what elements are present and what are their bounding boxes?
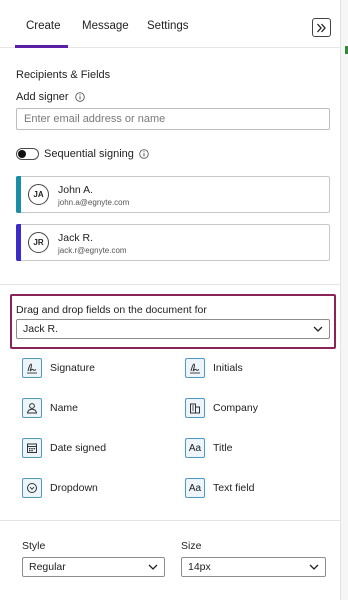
style-label: Style xyxy=(22,540,46,552)
signer-card[interactable]: JR Jack R. jack.r@egnyte.com xyxy=(16,224,330,261)
field-text-field[interactable]: Aa Text field xyxy=(185,478,254,498)
sequential-signing-row: Sequential signing xyxy=(16,148,149,160)
field-label: Initials xyxy=(213,362,243,374)
sequential-signing-label: Sequential signing xyxy=(44,148,134,160)
field-initials[interactable]: Initials xyxy=(185,358,243,378)
field-signature[interactable]: Signature xyxy=(22,358,95,378)
signer-color-bar xyxy=(16,176,21,213)
field-label: Company xyxy=(213,402,258,414)
double-chevron-right-icon xyxy=(317,23,326,32)
chevron-down-icon xyxy=(309,564,319,570)
signer-color-bar xyxy=(16,224,21,261)
field-label: Text field xyxy=(213,482,255,494)
text-aa-icon: Aa xyxy=(185,438,205,458)
avatar: JA xyxy=(28,184,49,205)
active-tab-indicator xyxy=(15,45,68,48)
field-date-signed[interactable]: Date signed xyxy=(22,438,106,458)
toggle-knob xyxy=(18,150,26,158)
signature-icon xyxy=(22,358,42,378)
field-label: Title xyxy=(213,442,233,454)
person-icon xyxy=(22,398,42,418)
initials-icon xyxy=(185,358,205,378)
signer-name: Jack R. xyxy=(58,232,94,244)
style-select-value: Regular xyxy=(29,561,66,573)
chevron-down-icon xyxy=(313,326,323,332)
add-signer-label: Add signer xyxy=(16,91,85,103)
dropdown-circle-icon xyxy=(22,478,42,498)
style-select[interactable]: Regular xyxy=(22,557,165,577)
text-aa-icon: Aa xyxy=(185,478,205,498)
avatar: JR xyxy=(28,232,49,253)
collapse-panel-button[interactable] xyxy=(312,18,331,37)
tab-bar: Create Message Settings xyxy=(0,0,341,48)
divider xyxy=(0,520,341,521)
info-icon[interactable] xyxy=(74,92,85,102)
field-name[interactable]: Name xyxy=(22,398,78,418)
building-icon xyxy=(185,398,205,418)
signer-card[interactable]: JA John A. john.a@egnyte.com xyxy=(16,176,330,213)
field-title[interactable]: Aa Title xyxy=(185,438,232,458)
signer-email: john.a@egnyte.com xyxy=(58,198,130,207)
size-select[interactable]: 14px xyxy=(181,557,326,577)
calendar-icon xyxy=(22,438,42,458)
chevron-down-icon xyxy=(148,564,158,570)
field-company[interactable]: Company xyxy=(185,398,258,418)
info-icon[interactable] xyxy=(139,149,149,159)
signer-email: jack.r@egnyte.com xyxy=(58,246,127,255)
tab-settings[interactable]: Settings xyxy=(147,20,189,32)
field-label: Name xyxy=(50,402,79,414)
field-label: Date signed xyxy=(50,442,107,454)
divider xyxy=(0,284,341,285)
tab-message[interactable]: Message xyxy=(82,20,129,32)
field-dropdown[interactable]: Dropdown xyxy=(22,478,98,498)
field-label: Dropdown xyxy=(50,482,98,494)
size-label: Size xyxy=(181,540,202,552)
section-title: Recipients & Fields xyxy=(16,69,111,81)
recipient-select[interactable]: Jack R. xyxy=(16,319,330,339)
signer-name: John A. xyxy=(58,184,94,196)
field-label: Signature xyxy=(50,362,95,374)
sequential-signing-toggle[interactable] xyxy=(16,148,39,160)
signer-email-input[interactable] xyxy=(16,108,330,130)
signing-sidebar: Create Message Settings Recipients & Fie… xyxy=(0,0,341,600)
size-select-value: 14px xyxy=(188,561,211,573)
tab-create[interactable]: Create xyxy=(26,20,61,32)
recipient-select-value: Jack R. xyxy=(23,323,59,335)
fields-recipient-label: Drag and drop fields on the document for xyxy=(16,304,207,316)
document-edge xyxy=(341,0,348,600)
add-signer-text: Add signer xyxy=(16,91,69,103)
